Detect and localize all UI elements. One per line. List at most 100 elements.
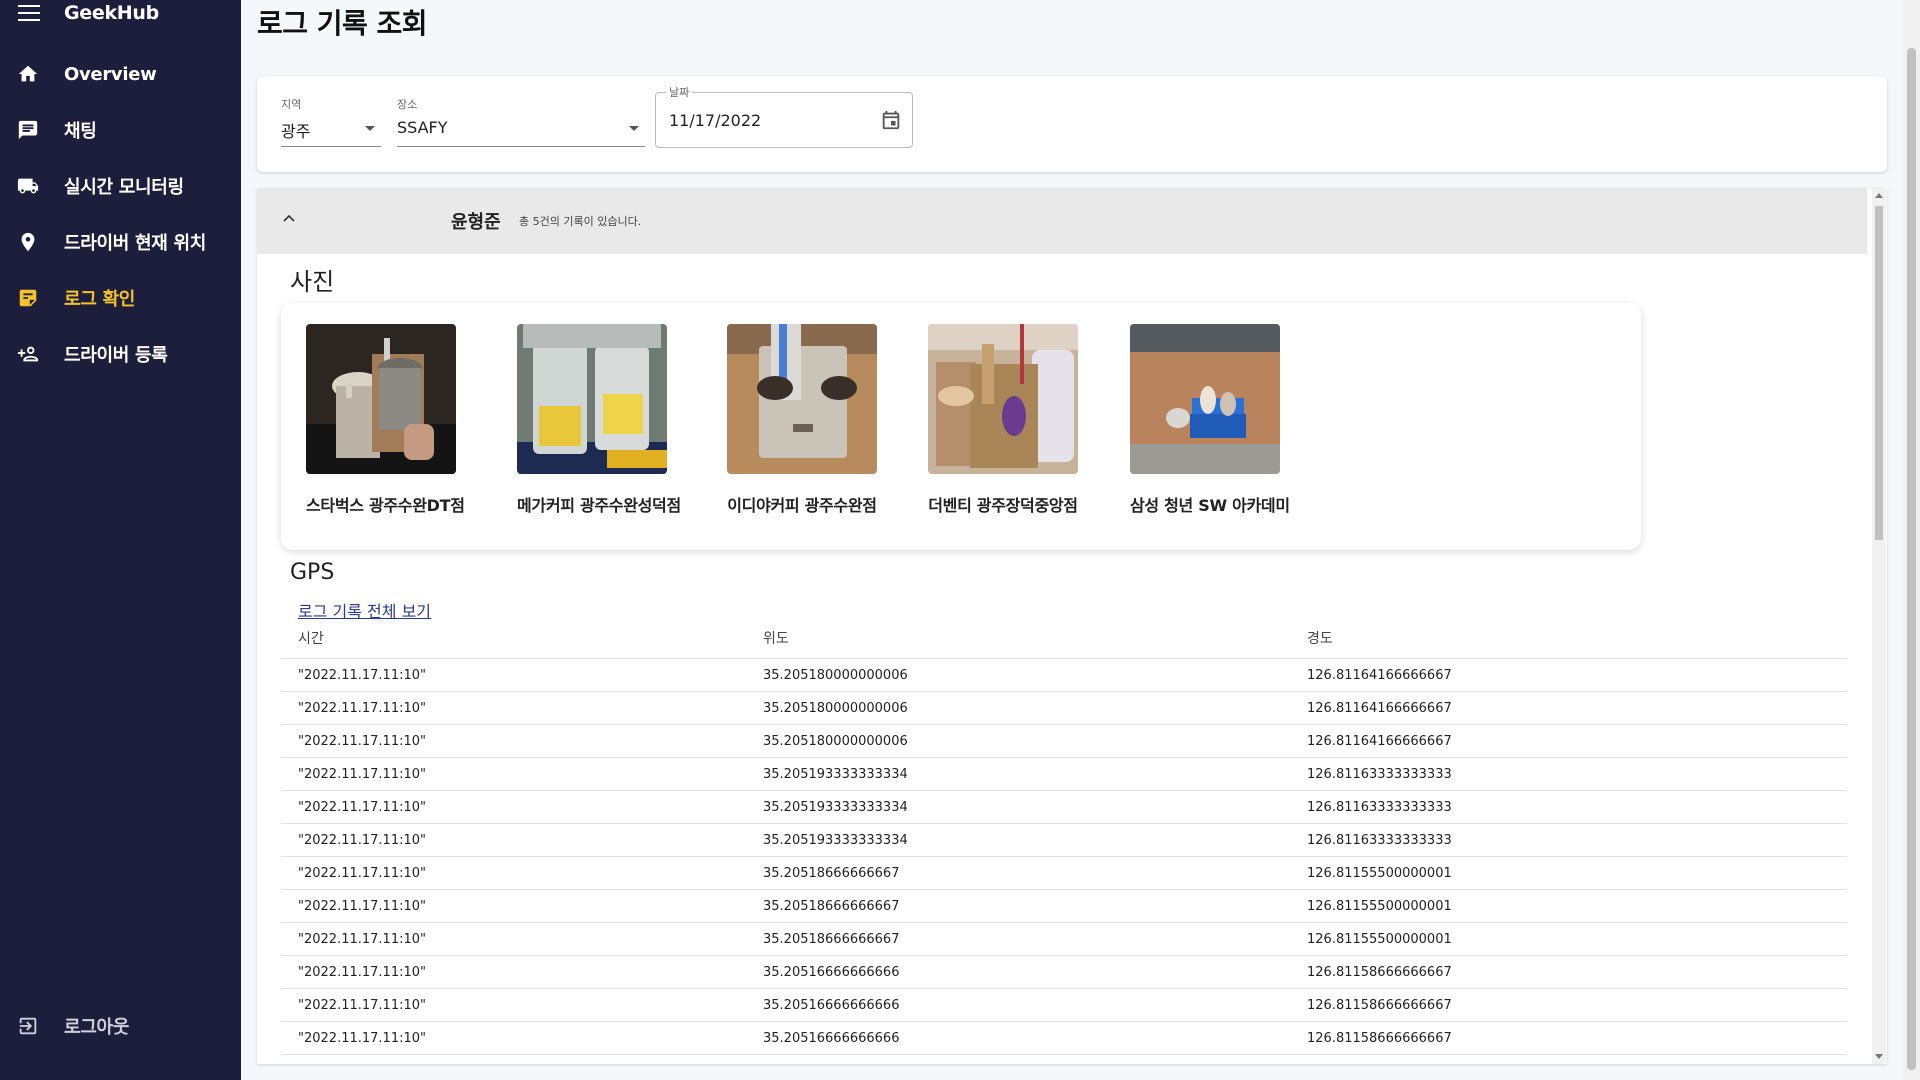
time-cell: "2022.11.17.11:10" <box>298 832 426 848</box>
page-title: 로그 기록 조회 <box>257 7 428 40</box>
time-cell: "2022.11.17.11:10" <box>298 931 426 947</box>
latitude-cell: 35.205193333333334 <box>763 832 908 848</box>
table-row: "2022.11.17.11:10" 35.205193333333334 126.… <box>281 791 1847 824</box>
photo-caption: 이디야커피 광주수완점 <box>727 496 877 515</box>
photo-item[interactable]: 이디야커피 광주수완점 <box>727 324 877 516</box>
photo-caption: 삼성 청년 SW 아카데미 <box>1130 496 1290 515</box>
time-cell: "2022.11.17.11:10" <box>298 733 426 749</box>
longitude-cell: 126.81155500000001 <box>1307 898 1452 914</box>
gps-table: 시간 위도 경도 "2022.11.17.11:10" 35.2051800000… <box>281 618 1847 1055</box>
region-value: 광주 <box>281 122 311 141</box>
longitude-cell: 126.81155500000001 <box>1307 865 1452 881</box>
panel-scrollbar-thumb[interactable] <box>1875 206 1883 540</box>
photo-thumbnail[interactable] <box>306 324 456 474</box>
place-caption: 장소 <box>397 98 418 111</box>
person-add-icon <box>16 342 40 366</box>
longitude-cell: 126.81158666666667 <box>1307 964 1452 980</box>
logout-button[interactable]: 로그아웃 <box>0 1006 129 1046</box>
latitude-cell: 35.20516666666666 <box>763 1030 900 1046</box>
longitude-cell: 126.81163333333333 <box>1307 766 1452 782</box>
truck-icon <box>16 174 40 198</box>
photo-caption: 메가커피 광주수완성덕점 <box>517 496 681 515</box>
table-row: "2022.11.17.11:10" 35.205180000000006 126.… <box>281 725 1847 758</box>
sidebar-item-log[interactable]: 로그 확인 <box>0 270 241 326</box>
photo-thumbnail[interactable] <box>1130 324 1280 474</box>
log-panel: 윤형준 총 5건의 기록이 있습니다. 사진 스타벅스 광주수완DT점 메가커피… <box>257 188 1887 1064</box>
region-caption: 지역 <box>281 98 302 111</box>
photo-caption: 더벤티 광주장덕중앙점 <box>928 496 1078 515</box>
longitude-cell: 126.81164166666667 <box>1307 700 1452 716</box>
sidebar-item-monitoring[interactable]: 실시간 모니터링 <box>0 158 241 214</box>
latitude-cell: 35.20518666666667 <box>763 898 900 914</box>
gps-section-title: GPS <box>290 560 335 585</box>
region-select[interactable]: 지역 광주 <box>281 96 381 147</box>
sidebar-item-overview[interactable]: Overview <box>0 46 241 102</box>
latitude-cell: 35.20516666666666 <box>763 997 900 1013</box>
sidebar-item-chat[interactable]: 채팅 <box>0 102 241 158</box>
photo-item[interactable]: 메가커피 광주수완성덕점 <box>517 324 681 516</box>
time-cell: "2022.11.17.11:10" <box>298 997 426 1013</box>
sidebar-nav: Overview 채팅 실시간 모니터링 드라이버 현재 위치 로그 확인 드라… <box>0 46 241 382</box>
time-cell: "2022.11.17.11:10" <box>298 865 426 881</box>
latitude-cell: 35.205193333333334 <box>763 766 908 782</box>
table-header: 시간 위도 경도 <box>281 618 1847 659</box>
photo-item[interactable]: 삼성 청년 SW 아카데미 <box>1130 324 1290 516</box>
panel-scrollbar[interactable] <box>1872 188 1886 1064</box>
date-field[interactable]: 날짜 11/17/2022 <box>655 84 913 148</box>
longitude-cell: 126.81164166666667 <box>1307 667 1452 683</box>
longitude-cell: 126.81158666666667 <box>1307 1030 1452 1046</box>
table-row: "2022.11.17.11:10" 35.20518666666667 126.8… <box>281 890 1847 923</box>
table-row: "2022.11.17.11:10" 35.20516666666666 126.8… <box>281 956 1847 989</box>
place-value: SSAFY <box>397 118 448 137</box>
photo-thumbnail[interactable] <box>727 324 877 474</box>
latitude-cell: 35.205180000000006 <box>763 733 908 749</box>
date-value: 11/17/2022 <box>669 111 762 130</box>
latitude-cell: 35.205193333333334 <box>763 799 908 815</box>
chevron-down-icon <box>365 126 375 131</box>
table-row: "2022.11.17.11:10" 35.20518666666667 126.8… <box>281 857 1847 890</box>
photo-item[interactable]: 스타벅스 광주수완DT점 <box>306 324 465 516</box>
sidebar-item-label: 드라이버 현재 위치 <box>64 233 207 254</box>
latitude-cell: 35.20518666666667 <box>763 931 900 947</box>
table-row: "2022.11.17.11:10" 35.20516666666666 126.8… <box>281 1022 1847 1055</box>
sidebar-item-driver-location[interactable]: 드라이버 현재 위치 <box>0 214 241 270</box>
longitude-cell: 126.81163333333333 <box>1307 799 1452 815</box>
table-row: "2022.11.17.11:10" 35.205180000000006 126.… <box>281 692 1847 725</box>
latitude-cell: 35.205180000000006 <box>763 700 908 716</box>
brand: GeekHub <box>18 0 159 26</box>
page-scrollbar-thumb[interactable] <box>1907 48 1916 1070</box>
longitude-cell: 126.81164166666667 <box>1307 733 1452 749</box>
photo-card: 스타벅스 광주수완DT점 메가커피 광주수완성덕점 이디야커피 광주수완점 더벤… <box>281 303 1641 550</box>
photo-thumbnail[interactable] <box>517 324 667 474</box>
location-pin-icon <box>16 230 40 254</box>
accordion-header[interactable]: 윤형준 총 5건의 기록이 있습니다. <box>257 188 1867 254</box>
time-cell: "2022.11.17.11:10" <box>298 667 426 683</box>
place-select[interactable]: 장소 SSAFY <box>397 96 645 147</box>
hamburger-menu-icon[interactable] <box>18 5 40 21</box>
date-caption: 날짜 <box>666 84 693 100</box>
page-scrollbar[interactable] <box>1903 0 1920 1080</box>
latitude-cell: 35.20518666666667 <box>763 865 900 881</box>
sidebar-item-label: 드라이버 등록 <box>64 345 168 366</box>
calendar-icon[interactable] <box>880 109 902 131</box>
photo-thumbnail[interactable] <box>928 324 1078 474</box>
time-cell: "2022.11.17.11:10" <box>298 799 426 815</box>
time-cell: "2022.11.17.11:10" <box>298 1030 426 1046</box>
record-count: 총 5건의 기록이 있습니다. <box>519 215 642 228</box>
latitude-cell: 35.20516666666666 <box>763 964 900 980</box>
scroll-down-icon[interactable] <box>1875 1054 1883 1059</box>
sidebar-item-driver-register[interactable]: 드라이버 등록 <box>0 326 241 382</box>
time-cell: "2022.11.17.11:10" <box>298 964 426 980</box>
latitude-cell: 35.205180000000006 <box>763 667 908 683</box>
photo-item[interactable]: 더벤티 광주장덕중앙점 <box>928 324 1078 516</box>
scroll-up-icon[interactable] <box>1875 193 1883 198</box>
sidebar-item-label: Overview <box>64 63 157 85</box>
logout-label: 로그아웃 <box>64 1017 130 1038</box>
column-header-latitude: 위도 <box>763 631 789 647</box>
chat-icon <box>16 118 40 142</box>
chevron-up-icon[interactable] <box>283 213 295 225</box>
longitude-cell: 126.81155500000001 <box>1307 931 1452 947</box>
sidebar-item-label: 로그 확인 <box>64 289 136 310</box>
longitude-cell: 126.81163333333333 <box>1307 832 1452 848</box>
column-header-time: 시간 <box>298 631 324 647</box>
